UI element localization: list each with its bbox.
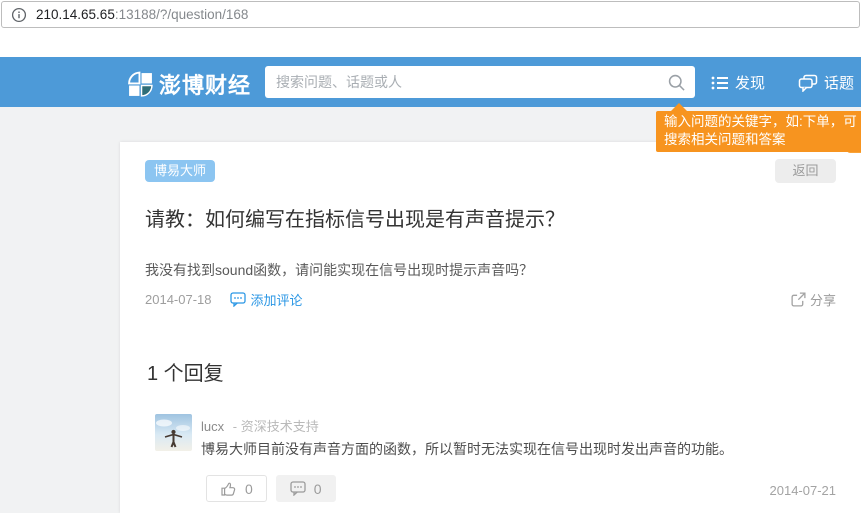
info-icon[interactable] [11,7,27,23]
site-logo[interactable]: 澎博财经 [127,68,251,100]
replies-heading: 1 个回复 [147,357,224,386]
answer-actions: 0 0 [206,475,336,502]
question-title: 请教：如何编写在指标信号出现是有声音提示？ [145,203,565,232]
nav-discover-label: 发现 [735,72,765,93]
answer-author-name[interactable]: lucx [201,419,224,434]
question-date: 2014-07-18 [145,292,212,307]
nav-topic-label: 话题 [824,72,854,93]
thumbs-up-icon [220,481,237,497]
question-meta: 2014-07-18 添加评论 [145,290,303,309]
answer-author-title: - 资深技术支持 [233,419,319,434]
tooltip-arrow [671,103,687,111]
url-path: :13188/?/question/168 [115,7,249,22]
share-link[interactable]: 分享 [791,290,836,309]
back-button[interactable]: 返回 [775,159,836,183]
comment-count-icon [290,481,306,496]
logo-grid-icon [127,71,154,98]
tooltip-line1: 输入问题的关键字，如:下单，可 [664,113,857,131]
comment-bubble-icon [230,292,246,307]
nav-topic[interactable]: 话题 [798,72,854,93]
search-box[interactable] [265,66,695,98]
avatar[interactable] [155,414,192,451]
upvote-button[interactable]: 0 [206,475,267,502]
share-icon [791,292,806,307]
search-tooltip: 输入问题的关键字，如:下单，可 搜索相关问题和答案 [656,111,861,152]
url-host: 210.14.65.65 [36,7,115,22]
answer-date: 2014-07-21 [770,483,837,498]
url-text[interactable]: 210.14.65.65:13188/?/question/168 [36,7,248,22]
tooltip-line2: 搜索相关问题和答案 [664,131,857,149]
speech-bubbles-icon [798,74,818,92]
answer-text: 博易大师目前没有声音方面的函数，所以暂时无法实现在信号出现时发出声音的功能。 [201,439,733,459]
search-icon[interactable] [667,73,686,92]
nav-discover[interactable]: 发现 [711,72,765,93]
site-header: 澎博财经 发现 话题 [0,57,861,107]
browser-address-bar[interactable]: 210.14.65.65:13188/?/question/168 [1,1,860,28]
add-comment-link[interactable]: 添加评论 [230,290,303,309]
question-body: 我没有找到sound函数，请问能实现在信号出现时提示声音吗？ [145,260,533,280]
question-card: 博易大师 返回 请教：如何编写在指标信号出现是有声音提示？ 我没有找到sound… [120,142,861,513]
share-label: 分享 [810,290,836,309]
topic-tag[interactable]: 博易大师 [145,160,215,182]
list-icon [711,75,729,91]
upvote-count: 0 [245,481,253,497]
search-input[interactable] [265,66,695,98]
add-comment-label: 添加评论 [251,290,303,309]
answer-comments-button[interactable]: 0 [276,475,336,502]
answer-author[interactable]: lucx - 资深技术支持 [201,416,319,435]
answer-comment-count: 0 [314,481,322,497]
person-sky-avatar [155,414,192,451]
logo-text: 澎博财经 [159,68,251,100]
